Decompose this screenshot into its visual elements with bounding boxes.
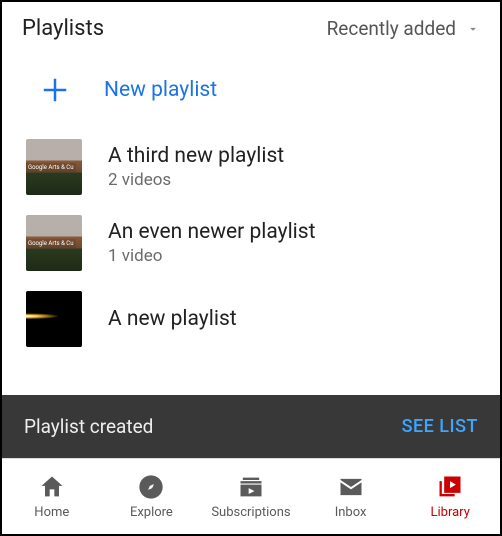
playlist-list: New playlist A third new playlist 2 vide… xyxy=(2,51,500,395)
toast-action-button[interactable]: SEE LIST xyxy=(402,416,478,437)
nav-label: Home xyxy=(34,505,69,520)
playlist-title: A third new playlist xyxy=(108,144,284,168)
toast-snackbar: Playlist created SEE LIST xyxy=(2,395,500,458)
nav-library[interactable]: Library xyxy=(400,459,500,534)
nav-home[interactable]: Home xyxy=(2,459,102,534)
playlist-thumbnail xyxy=(26,215,82,271)
toast-message: Playlist created xyxy=(24,415,153,438)
playlist-thumbnail xyxy=(26,291,82,347)
playlist-row[interactable]: An even newer playlist 1 video xyxy=(2,205,500,281)
compass-icon xyxy=(137,473,165,501)
mail-icon xyxy=(337,473,365,501)
bottom-nav: Home Explore Subscriptions Inbox Library xyxy=(2,458,500,534)
section-title: Playlists xyxy=(22,16,104,41)
nav-label: Subscriptions xyxy=(211,505,290,520)
playlist-title: An even newer playlist xyxy=(108,220,316,244)
sort-label: Recently added xyxy=(327,17,456,40)
playlist-text: A new playlist xyxy=(108,307,237,331)
playlist-thumbnail xyxy=(26,139,82,195)
new-playlist-label: New playlist xyxy=(104,78,217,102)
nav-subscriptions[interactable]: Subscriptions xyxy=(201,459,301,534)
chevron-down-icon xyxy=(466,22,480,36)
playlist-subtitle: 1 video xyxy=(108,246,316,266)
playlist-text: A third new playlist 2 videos xyxy=(108,144,284,190)
playlists-header: Playlists Recently added xyxy=(2,2,500,51)
playlist-title: A new playlist xyxy=(108,307,237,331)
new-playlist-button[interactable]: New playlist xyxy=(2,51,500,129)
app-root: Playlists Recently added New playlist A … xyxy=(0,0,502,536)
nav-inbox[interactable]: Inbox xyxy=(301,459,401,534)
subscriptions-icon xyxy=(237,473,265,501)
sort-dropdown[interactable]: Recently added xyxy=(327,17,480,40)
playlist-text: An even newer playlist 1 video xyxy=(108,220,316,266)
playlist-subtitle: 2 videos xyxy=(108,170,284,190)
nav-label: Explore xyxy=(130,505,173,520)
playlist-row[interactable]: A third new playlist 2 videos xyxy=(2,129,500,205)
library-icon xyxy=(436,473,464,501)
home-icon xyxy=(38,473,66,501)
nav-explore[interactable]: Explore xyxy=(102,459,202,534)
nav-label: Inbox xyxy=(335,505,367,520)
plus-icon xyxy=(40,75,70,105)
playlist-row[interactable]: A new playlist xyxy=(2,281,500,357)
nav-label: Library xyxy=(430,505,469,520)
